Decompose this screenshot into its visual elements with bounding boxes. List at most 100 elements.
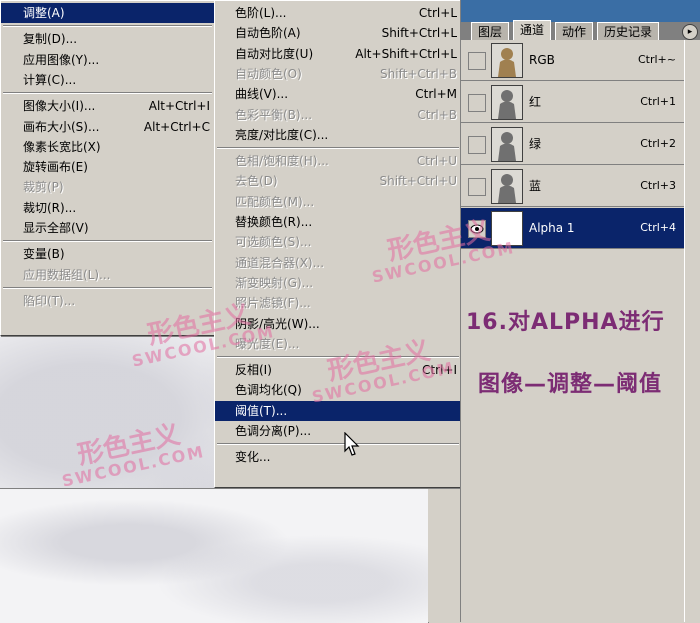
channel-name: 绿	[529, 137, 542, 151]
channel-row[interactable]: RGB Ctrl+~	[461, 40, 684, 81]
menu-separator	[3, 286, 212, 289]
menu-item-shortcut: Ctrl+B	[417, 107, 457, 122]
menu-item-label: 画布大小(S)...	[23, 119, 100, 134]
visibility-eye-icon[interactable]	[468, 220, 486, 238]
channel-thumbnail	[491, 43, 523, 78]
channel-row[interactable]: 蓝 Ctrl+3	[461, 166, 684, 207]
channel-thumbnail	[491, 169, 523, 204]
visibility-eye-icon[interactable]	[468, 52, 486, 70]
menu-item-label: 变量(B)	[23, 247, 65, 262]
menu-item-label: 照片滤镜(F)...	[235, 296, 311, 311]
menu-item-label: 应用数据组(L)...	[23, 267, 111, 282]
menu-item-label: 旋转画布(E)	[23, 160, 88, 175]
channel-row[interactable]: 红 Ctrl+1	[461, 82, 684, 123]
menu-item[interactable]: 计算(C)...	[1, 70, 214, 90]
tab-history[interactable]: 历史记录	[597, 22, 660, 41]
channel-row[interactable]: Alpha 1 Ctrl+4	[461, 208, 684, 249]
menu-item-label: 计算(C)...	[23, 72, 77, 87]
menu-item-shortcut: Alt+Ctrl+C	[143, 119, 210, 134]
menu-item-label: 去色(D)	[235, 174, 278, 189]
channel-shortcut: Ctrl+4	[640, 221, 676, 234]
menu-item-shortcut: Ctrl+M	[415, 87, 457, 102]
panel-menu-icon[interactable]: ▸	[682, 24, 698, 40]
menu-item-label: 色相/饱和度(H)...	[235, 154, 329, 169]
menu-item-label: 通道混合器(X)...	[235, 255, 325, 270]
channel-thumbnail	[491, 211, 523, 246]
menu-item[interactable]: 旋转画布(E)	[1, 157, 214, 177]
menu-item: 去色(D) Shift+Ctrl+U	[215, 171, 461, 191]
menu-item: 渐变映射(G)...	[215, 273, 461, 293]
menu-item-shortcut: Shift+Ctrl+U	[379, 174, 457, 189]
menu-item: 自动颜色(O) Shift+Ctrl+B	[215, 64, 461, 84]
menu-item[interactable]: 替换颜色(R)...	[215, 212, 461, 232]
workspace-background	[428, 488, 460, 622]
channel-thumbnail	[491, 85, 523, 120]
menu-item-label: 阴影/高光(W)...	[235, 316, 320, 331]
menu-item-label: 替换颜色(R)...	[235, 215, 313, 229]
channel-thumbnail	[491, 127, 523, 162]
menu-item[interactable]: 显示全部(V)	[1, 218, 214, 238]
menu-item-shortcut: Shift+Ctrl+L	[381, 26, 457, 41]
channel-row[interactable]: 绿 Ctrl+2	[461, 124, 684, 165]
menu-separator	[3, 240, 212, 243]
menu-item[interactable]: 阴影/高光(W)...	[215, 314, 461, 334]
menu-item-label: 色彩平衡(B)...	[235, 107, 313, 122]
menu-separator	[3, 25, 212, 28]
menu-item[interactable]: 色调均化(Q)	[215, 380, 461, 400]
menu-item[interactable]: 自动对比度(U) Alt+Shift+Ctrl+L	[215, 44, 461, 64]
menu-item[interactable]: 曲线(V)... Ctrl+M	[215, 84, 461, 104]
menu-item-label: 变化...	[235, 450, 271, 465]
menu-item[interactable]: 像素长宽比(X)	[1, 137, 214, 157]
menu-item-label: 陷印(T)...	[23, 293, 76, 308]
menu-item: 色彩平衡(B)... Ctrl+B	[215, 105, 461, 125]
panel-title-bar	[461, 0, 700, 22]
menu-item[interactable]: 应用图像(Y)...	[1, 50, 214, 70]
panel-tab-bar: 图层 通道 动作 历史记录 ▸	[461, 0, 700, 41]
menu-item[interactable]: 变量(B)	[1, 244, 214, 264]
menu-item[interactable]: 亮度/对比度(C)...	[215, 125, 461, 145]
menu-item[interactable]: 调整(A)	[1, 3, 214, 23]
tab-actions[interactable]: 动作	[555, 22, 594, 41]
menu-item-label: 显示全部(V)	[23, 221, 89, 235]
menu-item[interactable]: 色阶(L)... Ctrl+L	[215, 3, 461, 23]
menu-item-label: 裁剪(P)	[23, 180, 64, 195]
image-menu: 调整(A) 复制(D)... 应用图像(Y)... 计算(C)... 图像大小(I)..…	[0, 0, 215, 336]
menu-item-label: 色调均化(Q)	[235, 383, 302, 398]
menu-item-label: 像素长宽比(X)	[23, 139, 101, 154]
channel-shortcut: Ctrl+1	[640, 95, 676, 108]
menu-item: 照片滤镜(F)...	[215, 293, 461, 313]
menu-item[interactable]: 裁切(R)...	[1, 198, 214, 218]
menu-item-shortcut: Shift+Ctrl+B	[380, 66, 457, 81]
menu-item[interactable]: 变化...	[215, 447, 461, 467]
menu-item[interactable]: 反相(I) Ctrl+I	[215, 360, 461, 380]
menu-item[interactable]: 图像大小(I)... Alt+Ctrl+I	[1, 96, 214, 116]
tutorial-step-path: 图像—调整—阈值	[478, 372, 663, 397]
channel-shortcut: Ctrl+~	[637, 53, 676, 66]
menu-item-shortcut: Alt+Ctrl+I	[148, 99, 210, 114]
menu-item: 曝光度(E)...	[215, 334, 461, 354]
panel-scrollbar[interactable]	[684, 40, 700, 622]
visibility-eye-icon[interactable]	[468, 178, 486, 196]
menu-item: 匹配颜色(M)...	[215, 192, 461, 212]
tab-layers[interactable]: 图层	[471, 22, 510, 41]
channel-name: 红	[529, 95, 542, 109]
menu-separator	[217, 147, 459, 150]
menu-item-shortcut: Alt+Shift+Ctrl+L	[355, 46, 457, 61]
menu-item-label: 裁切(R)...	[23, 200, 77, 215]
menu-item-label: 阈值(T)...	[235, 403, 288, 418]
menu-item[interactable]: 画布大小(S)... Alt+Ctrl+C	[1, 117, 214, 137]
mouse-cursor-icon	[344, 432, 360, 456]
menu-item-shortcut: Ctrl+I	[422, 363, 457, 378]
menu-item-label: 匹配颜色(M)...	[235, 194, 315, 209]
menu-item[interactable]: 阈值(T)...	[215, 400, 461, 421]
visibility-eye-icon[interactable]	[468, 94, 486, 112]
menu-item[interactable]: 自动色阶(A) Shift+Ctrl+L	[215, 23, 461, 43]
menu-item-shortcut: Ctrl+U	[416, 154, 457, 169]
menu-item[interactable]: 色调分离(P)...	[215, 421, 461, 441]
menu-item: 裁剪(P)	[1, 177, 214, 197]
menu-item[interactable]: 复制(D)...	[1, 29, 214, 49]
visibility-eye-icon[interactable]	[468, 136, 486, 154]
tab-channels[interactable]: 通道	[513, 20, 552, 41]
menu-item-label: 自动颜色(O)	[235, 66, 302, 81]
menu-separator	[217, 356, 459, 359]
